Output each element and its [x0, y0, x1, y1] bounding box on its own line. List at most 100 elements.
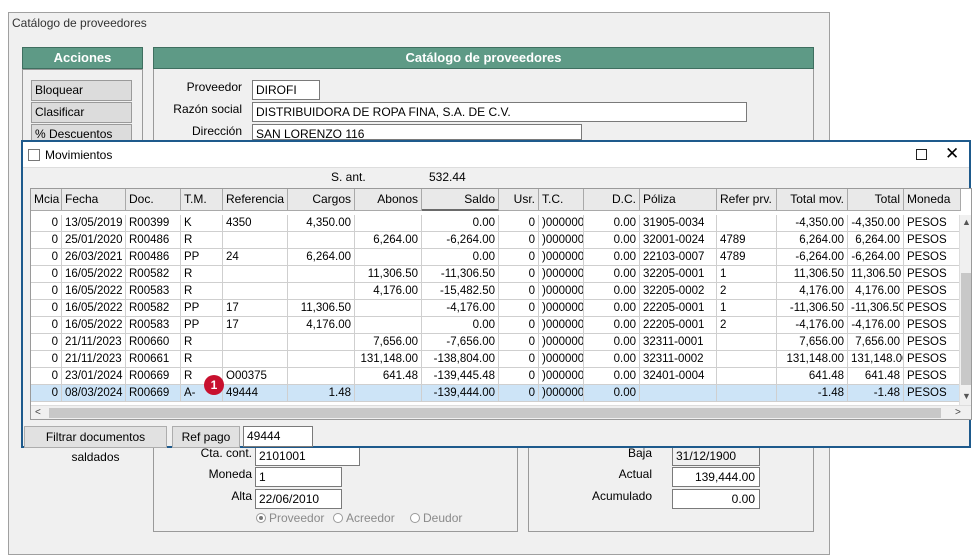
cell-mcia: 0 [31, 334, 62, 351]
cell-referencia [223, 334, 288, 351]
table-row[interactable]: 0 08/03/2024 R00669 A- 49444 1.48 -139,444.00 0… [31, 385, 961, 402]
classify-action-button[interactable]: Clasificar [31, 102, 132, 123]
ref-pago-button[interactable]: Ref pago [172, 426, 240, 448]
column-header-referencia[interactable]: Referencia [223, 189, 288, 211]
cell-referencia [223, 351, 288, 368]
cell-refer-prv [717, 368, 777, 385]
column-header-refer-prv[interactable]: Refer prv. [717, 189, 777, 211]
cell-moneda: PESOS [904, 283, 961, 300]
cell-moneda: PESOS [904, 300, 961, 317]
column-header-mcia[interactable]: Mcia [31, 189, 62, 211]
cell-mcia: 0 [31, 249, 62, 266]
cell-total: -4,350.00 [848, 215, 904, 232]
cell-refer-prv: 4789 [717, 232, 777, 249]
scroll-left-icon[interactable]: < [35, 407, 41, 418]
radio-deudor[interactable]: Deudor [410, 511, 462, 525]
column-header-dc[interactable]: D.C. [584, 189, 640, 211]
scroll-right-icon[interactable]: > [955, 407, 961, 418]
cell-usr: 0 [499, 249, 539, 266]
cell-tc: )000000 [539, 334, 584, 351]
radio-proveedor[interactable]: Proveedor [256, 511, 324, 525]
table-row[interactable]: 0 21/11/2023 R00660 R 7,656.00 -7,656.00 0)000… [31, 334, 961, 351]
maximize-icon[interactable] [916, 149, 927, 160]
table-row[interactable]: 0 26/03/2021 R00486 PP 24 6,264.00 0.00 0)00000… [31, 249, 961, 266]
cell-tc: )000000 [539, 317, 584, 334]
cell-total: -4,176.00 [848, 317, 904, 334]
horizontal-scroll-thumb[interactable] [49, 408, 941, 418]
proveedor-field[interactable]: DIROFI [252, 80, 320, 100]
cell-doc: R00660 [126, 334, 181, 351]
cell-fecha: 16/05/2022 [62, 283, 126, 300]
alta-field[interactable]: 22/06/2010 [255, 489, 342, 509]
cell-doc: R00583 [126, 317, 181, 334]
cell-doc: R00583 [126, 283, 181, 300]
table-row[interactable]: 0 16/05/2022 R00583 R 4,176.00 -15,482.50 0)00… [31, 283, 961, 300]
cell-total-mov: 4,176.00 [777, 283, 848, 300]
column-header-moneda[interactable]: Moneda [904, 189, 961, 211]
window-icon [28, 149, 40, 161]
column-header-doc[interactable]: Doc. [126, 189, 181, 211]
table-row[interactable]: 0 16/05/2022 R00582 R 11,306.50 -11,306.50 0)0… [31, 266, 961, 283]
column-header-tc[interactable]: T.C. [539, 189, 584, 211]
cell-doc: R00661 [126, 351, 181, 368]
column-header-usr[interactable]: Usr. [499, 189, 539, 211]
movements-grid: Mcia Fecha Doc. T.M. Referencia Cargos Abonos S… [30, 188, 972, 420]
filter-settled-button[interactable]: Filtrar documentos saldados [24, 426, 167, 464]
column-header-abonos[interactable]: Abonos [355, 189, 422, 211]
catalog-window-title: Catálogo de proveedores [12, 16, 147, 30]
razon-social-field[interactable]: DISTRIBUIDORA DE ROPA FINA, S.A. DE C.V. [252, 102, 747, 122]
radio-acreedor[interactable]: Acreedor [333, 511, 395, 525]
actual-field[interactable]: 139,444.00 [672, 467, 760, 487]
column-header-total[interactable]: Total [848, 189, 904, 211]
cell-referencia: O00375 [223, 368, 288, 385]
scroll-up-icon[interactable]: ▲ [962, 217, 971, 227]
column-header-saldo[interactable]: Saldo [422, 189, 499, 211]
cell-refer-prv: 4789 [717, 249, 777, 266]
table-row[interactable]: 0 16/05/2022 R00583 PP 17 4,176.00 0.00 0)00000… [31, 317, 961, 334]
table-row[interactable]: 0 16/05/2022 R00582 PP 17 11,306.50 -4,176.00 0… [31, 300, 961, 317]
horizontal-scrollbar[interactable]: < > [31, 405, 971, 419]
cell-poliza: 32401-0004 [640, 368, 717, 385]
saldo-anterior-label: S. ant. [331, 170, 366, 184]
table-row[interactable]: 0 23/01/2024 R00669 R O00375 641.48 -139,445.4… [31, 368, 961, 385]
vertical-scroll-thumb[interactable] [961, 273, 971, 385]
scroll-down-icon[interactable]: ▼ [962, 391, 971, 401]
cell-poliza: 32001-0024 [640, 232, 717, 249]
cell-tm: R [181, 283, 223, 300]
table-row[interactable]: 0 13/05/2019 R00399 K 4350 4,350.00 0.00 0)0000… [31, 215, 961, 232]
column-header-cargos[interactable]: Cargos [288, 189, 355, 211]
cell-total: -11,306.50 [848, 300, 904, 317]
cell-abonos: 7,656.00 [355, 334, 422, 351]
column-header-fecha[interactable]: Fecha [62, 189, 126, 211]
cell-saldo: -6,264.00 [422, 232, 499, 249]
cell-abonos: 11,306.50 [355, 266, 422, 283]
moneda-field[interactable]: 1 [255, 467, 342, 487]
column-header-poliza[interactable]: Póliza [640, 189, 717, 211]
close-icon[interactable]: ✕ [945, 143, 959, 165]
cell-mcia: 0 [31, 317, 62, 334]
cell-fecha: 21/11/2023 [62, 351, 126, 368]
step-badge: 1 [204, 375, 224, 395]
table-row[interactable]: 0 21/11/2023 R00661 R 131,148.00 -138,804.00 0… [31, 351, 961, 368]
movimientos-title: Movimientos [45, 148, 113, 162]
cell-dc: 0.00 [584, 368, 640, 385]
cell-tc: )000000 [539, 368, 584, 385]
baja-field: 31/12/1900 [672, 446, 760, 466]
block-action-button[interactable]: Bloquear [31, 80, 132, 101]
direccion-field[interactable]: SAN LORENZO 116 [252, 124, 582, 140]
cell-dc: 0.00 [584, 232, 640, 249]
cell-fecha: 16/05/2022 [62, 300, 126, 317]
cell-poliza: 32311-0001 [640, 334, 717, 351]
radio-acreedor-dot [333, 513, 343, 523]
column-header-tm[interactable]: T.M. [181, 189, 223, 211]
cell-dc: 0.00 [584, 266, 640, 283]
table-row[interactable]: 0 25/01/2020 R00486 R 6,264.00 -6,264.00 0)000… [31, 232, 961, 249]
cell-abonos [355, 300, 422, 317]
cell-total-mov: -4,350.00 [777, 215, 848, 232]
vertical-scrollbar[interactable]: ▲ ▼ [959, 215, 971, 405]
column-header-total-mov[interactable]: Total mov. [777, 189, 848, 211]
cta-cont-field[interactable]: 2101001 [255, 446, 360, 466]
ref-pago-field[interactable]: 49444 [243, 426, 313, 447]
acumulado-field[interactable]: 0.00 [672, 489, 760, 509]
radio-deudor-dot [410, 513, 420, 523]
